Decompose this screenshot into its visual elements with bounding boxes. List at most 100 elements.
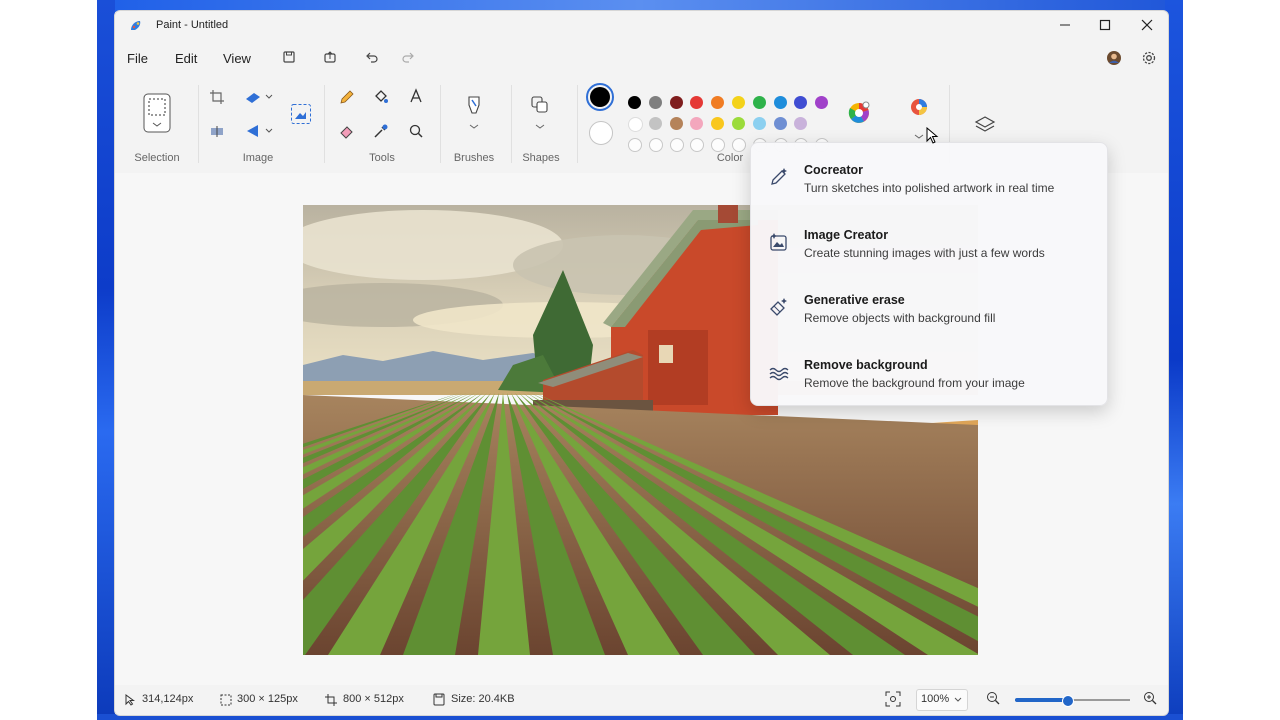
fill-tool[interactable] [371,89,391,107]
maximize-button[interactable] [1085,15,1125,39]
primary-color-swatch [590,87,610,107]
remove-background-icon [769,367,789,381]
color-swatch[interactable] [752,96,766,109]
color-swatch[interactable] [628,117,643,132]
zoom-slider-thumb[interactable] [1061,695,1074,707]
canvas-size-icon [325,694,337,706]
minimize-icon [1060,24,1070,26]
custom-color-slot[interactable] [732,138,746,152]
edit-colors-button[interactable] [847,101,871,125]
menu-item-image-creator[interactable]: Image Creator Create stunning images wit… [751,224,1107,282]
custom-color-slot[interactable] [690,138,705,152]
primary-color-button[interactable] [586,83,614,111]
color-swatch[interactable] [711,117,725,130]
menu-item-generative-erase[interactable]: Generative erase Remove objects with bac… [751,289,1107,347]
rotate-icon [247,125,273,137]
secondary-color-button[interactable] [589,121,613,145]
color-swatch[interactable] [669,117,683,130]
group-label-shapes: Shapes [522,152,560,164]
selection-rectangle-icon [143,93,171,133]
custom-color-slot[interactable] [711,138,726,152]
color-swatch[interactable] [752,117,766,130]
magic-pen-icon [771,168,787,185]
zoom-out-button[interactable] [986,691,1002,707]
menu-view[interactable]: View [223,51,251,66]
rotate-button[interactable] [243,123,275,141]
avatar-icon [1107,51,1121,65]
minimize-button[interactable] [1045,15,1085,39]
account-avatar[interactable] [1105,50,1123,68]
file-size: Size: 20.4KB [451,693,515,705]
menu-item-remove-background[interactable]: Remove background Remove the background … [751,354,1107,412]
color-swatch[interactable] [669,96,683,109]
ribbon-divider [440,85,441,163]
selection-button[interactable] [142,93,172,133]
image-select-button[interactable] [290,103,312,125]
status-bar: 314,124px 300 × 125px 800 × 512px Size: … [115,685,1168,715]
pencil-tool[interactable] [337,89,357,107]
crop-button[interactable] [207,89,227,107]
text-tool[interactable] [406,88,426,106]
zoom-level-dropdown[interactable]: 100% [916,689,968,711]
save-button[interactable] [280,50,298,68]
zoom-out-icon [987,692,1000,705]
close-icon [1141,19,1153,31]
layers-button[interactable] [974,115,996,137]
menu-file[interactable]: File [127,51,148,66]
color-swatch[interactable] [794,96,808,109]
flip-button[interactable] [207,123,227,141]
brushes-button[interactable] [463,95,485,135]
ribbon-divider [577,85,578,163]
color-swatch[interactable] [648,117,662,130]
chevron-down-icon [954,697,962,702]
menu-item-description: Remove objects with background fill [804,311,996,325]
gear-icon [1142,51,1156,65]
color-swatch[interactable] [732,117,745,130]
group-label-selection: Selection [134,152,180,164]
shapes-button[interactable] [529,95,551,135]
color-swatch[interactable] [690,117,704,130]
flip-icon [211,126,223,137]
color-picker-tool[interactable] [371,123,391,141]
zoom-slider-fill [1015,698,1067,702]
zoom-slider[interactable] [1015,693,1130,707]
desktop-background-left [97,0,115,720]
cocreator-dropdown-menu: Cocreator Turn sketches into polished ar… [750,142,1108,406]
ribbon-divider [198,85,199,163]
share-button[interactable] [321,50,339,68]
menu-edit[interactable]: Edit [175,51,197,66]
custom-color-slot[interactable] [628,138,642,152]
file-size-icon [433,693,445,706]
zoom-in-icon [1144,692,1157,705]
eraser-tool[interactable] [337,123,357,141]
menu-bar: File Edit View [115,47,1168,71]
cursor-position: 314,124px [142,693,194,705]
color-swatch[interactable] [773,117,787,130]
settings-button[interactable] [1140,50,1158,68]
magnifier-tool[interactable] [406,123,426,141]
undo-button[interactable] [363,50,381,68]
custom-color-slot[interactable] [669,138,684,152]
color-swatch[interactable] [794,117,808,130]
paint-app-icon [131,21,141,30]
undo-icon [366,52,378,63]
color-swatch[interactable] [711,96,725,109]
zoom-in-button[interactable] [1143,691,1159,707]
paint-bucket-icon [375,90,388,103]
color-swatch[interactable] [628,96,641,109]
resize-button[interactable] [243,89,275,107]
menu-item-cocreator[interactable]: Cocreator Turn sketches into polished ar… [751,159,1107,217]
redo-button[interactable] [399,50,417,68]
color-swatch[interactable] [815,96,829,109]
color-swatch[interactable] [648,96,662,109]
color-swatch[interactable] [690,96,704,109]
text-icon [410,88,422,103]
close-button[interactable] [1127,15,1167,39]
window-title: Paint - Untitled [156,19,229,31]
color-swatch[interactable] [732,96,745,109]
fit-to-window-button[interactable] [885,691,903,709]
color-swatch[interactable] [773,96,787,109]
title-bar: Paint - Untitled [115,11,1168,43]
group-label-colors: Color [716,152,744,164]
custom-color-slot[interactable] [648,138,663,152]
